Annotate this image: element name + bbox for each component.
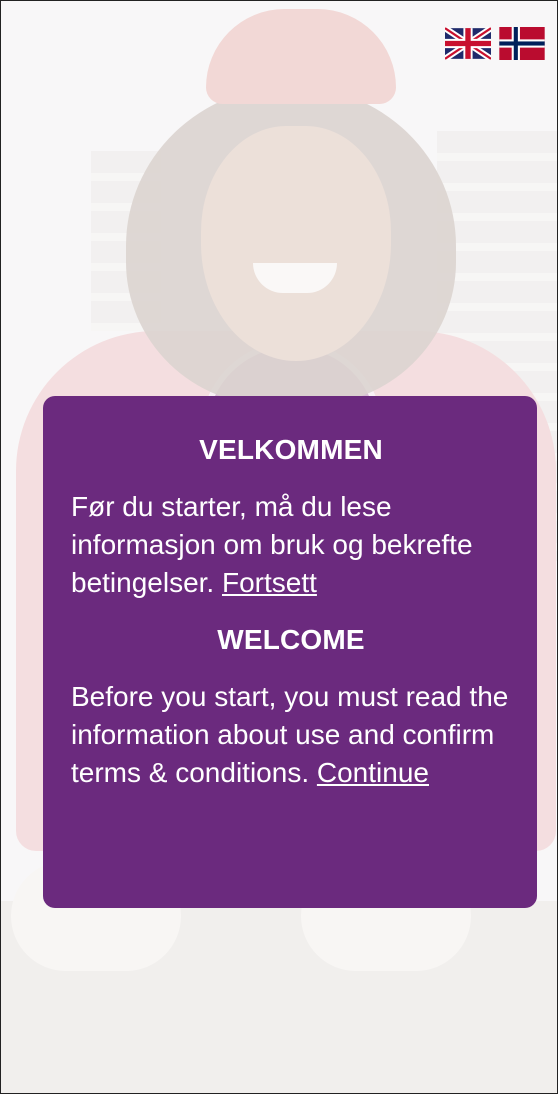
welcome-title-english: WELCOME <box>217 624 365 655</box>
welcome-title-norwegian: VELKOMMEN <box>199 434 383 465</box>
welcome-screen: VELKOMMEN Før du starter, må du lese inf… <box>0 0 558 1094</box>
english-flag-icon[interactable] <box>445 27 491 60</box>
continue-link-norwegian[interactable]: Fortsett <box>222 567 317 598</box>
welcome-card: VELKOMMEN Før du starter, må du lese inf… <box>43 396 537 908</box>
welcome-body-english: Before you start, you must read the info… <box>71 681 509 788</box>
norwegian-flag-icon[interactable] <box>499 27 545 60</box>
language-selector <box>445 27 545 60</box>
welcome-text-norwegian: Før du starter, må du lese informasjon o… <box>71 488 511 602</box>
welcome-text-english: Before you start, you must read the info… <box>71 678 511 792</box>
continue-link-english[interactable]: Continue <box>317 757 429 788</box>
